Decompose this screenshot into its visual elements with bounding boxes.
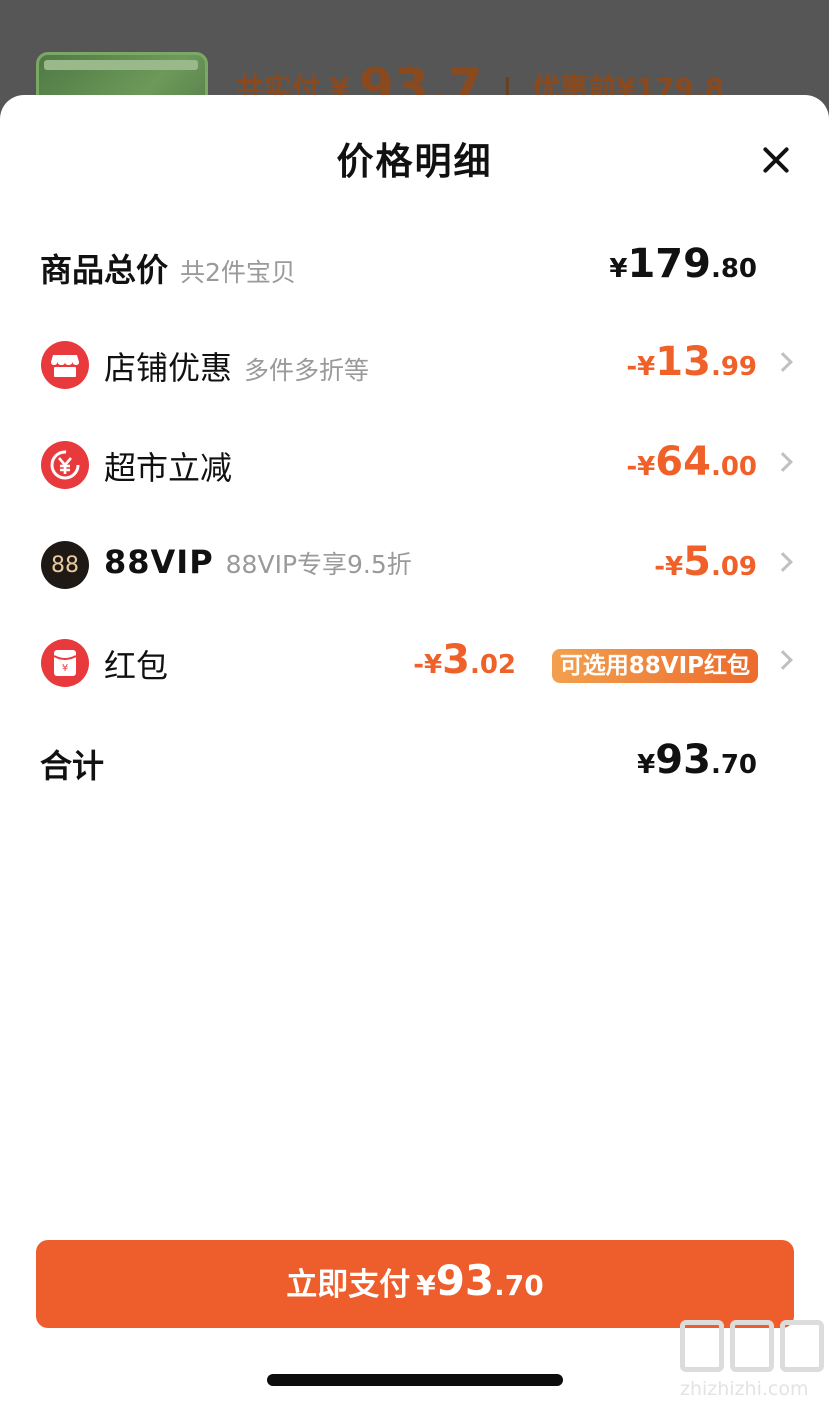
goods-total-label-wrap: 商品总价 共2件宝贝 (40, 245, 296, 291)
chevron-right-icon[interactable] (773, 352, 793, 372)
market-cut-label: 超市立减 (104, 449, 233, 487)
red-packet-label-wrap: 红包 (104, 641, 168, 687)
goods-total-label: 商品总价 (40, 251, 169, 289)
red-packet-yen: -¥ (413, 650, 443, 680)
pay-now-int: 93 (435, 1256, 495, 1305)
vip-label: 88VIP (104, 543, 214, 581)
red-packet-icon: ¥ (41, 639, 89, 687)
row-market-cut[interactable]: 超市立减 -¥64.00 (0, 435, 829, 495)
goods-total-amount: ¥179.80 (609, 241, 757, 287)
chevron-right-icon[interactable] (773, 552, 793, 572)
watermark: zhizhizhi.com (676, 1320, 826, 1400)
home-indicator[interactable] (267, 1374, 563, 1386)
market-cut-int: 64 (655, 439, 711, 485)
total-int: 93 (655, 737, 711, 783)
vip-icon-text: 88 (51, 552, 79, 578)
goods-total-int: 179 (627, 241, 711, 287)
shop-discount-label-wrap: 店铺优惠 多件多折等 (104, 343, 369, 389)
watermark-text: zhizhizhi.com (680, 1378, 809, 1400)
red-packet-label: 红包 (104, 647, 169, 685)
market-cut-yen: -¥ (626, 452, 656, 482)
row-shop-discount[interactable]: 店铺优惠 多件多折等 -¥13.99 (0, 335, 829, 395)
pay-now-button[interactable]: 立即支付 ¥93.70 (36, 1240, 794, 1328)
close-icon[interactable] (756, 141, 796, 181)
watermark-glyph (730, 1320, 774, 1372)
pay-now-dec: .70 (494, 1269, 544, 1302)
total-amount: ¥93.70 (637, 737, 757, 783)
vip-sub: 88VIP专享9.5折 (225, 550, 412, 579)
goods-total-dec: .80 (710, 254, 757, 284)
product-thumbnail-banner (44, 60, 198, 70)
chevron-right-icon[interactable] (773, 452, 793, 472)
market-cut-dec: .00 (710, 452, 757, 482)
pay-now-yen: ¥ (416, 1269, 436, 1302)
shop-discount-int: 13 (655, 339, 711, 385)
total-label-wrap: 合计 (40, 741, 104, 787)
total-yen: ¥ (637, 750, 656, 780)
market-cut-amount: -¥64.00 (626, 439, 757, 485)
row-goods-total: 商品总价 共2件宝贝 ¥179.80 (0, 237, 829, 297)
row-88vip[interactable]: 88 88VIP 88VIP专享9.5折 -¥5.09 (0, 535, 829, 595)
market-cut-label-wrap: 超市立减 (104, 443, 232, 489)
goods-total-yen: ¥ (609, 254, 628, 284)
chevron-right-icon[interactable] (773, 650, 793, 670)
pay-now-content: 立即支付 ¥93.70 (36, 1256, 794, 1305)
vip-dec: .09 (710, 552, 757, 582)
vip-int: 5 (683, 539, 711, 585)
vip-label-wrap: 88VIP 88VIP专享9.5折 (104, 543, 412, 581)
sheet-title: 价格明细 (336, 140, 493, 183)
watermark-glyph (780, 1320, 824, 1372)
vip-red-packet-tag[interactable]: 可选用88VIP红包 (551, 649, 758, 683)
goods-total-sub: 共2件宝贝 (180, 258, 296, 287)
price-detail-sheet: 价格明细 商品总价 共2件宝贝 ¥179.80 店铺优惠 多件多折等 -¥13.99 (0, 95, 829, 1403)
red-packet-int: 3 (442, 637, 470, 683)
vip-amount: -¥5.09 (654, 539, 757, 585)
shop-discount-yen: -¥ (626, 352, 656, 382)
shop-discount-label: 店铺优惠 (104, 349, 233, 387)
shop-icon (41, 341, 89, 389)
svg-text:¥: ¥ (62, 663, 68, 674)
row-total: 合计 ¥93.70 (0, 733, 829, 793)
yen-cycle-icon (41, 441, 89, 489)
red-packet-amount: -¥3.02 (413, 637, 516, 683)
shop-discount-amount: -¥13.99 (626, 339, 757, 385)
shop-discount-sub: 多件多折等 (244, 356, 370, 385)
vip-88-icon: 88 (41, 541, 89, 589)
shop-discount-dec: .99 (710, 352, 757, 382)
row-red-packet[interactable]: ¥ 红包 -¥3.02 可选用88VIP红包 (0, 633, 829, 693)
red-packet-dec: .02 (469, 650, 516, 680)
total-label: 合计 (40, 747, 105, 785)
total-dec: .70 (710, 750, 757, 780)
pay-now-label: 立即支付 (286, 1267, 411, 1303)
watermark-glyph (680, 1320, 724, 1372)
vip-yen: -¥ (654, 552, 684, 582)
